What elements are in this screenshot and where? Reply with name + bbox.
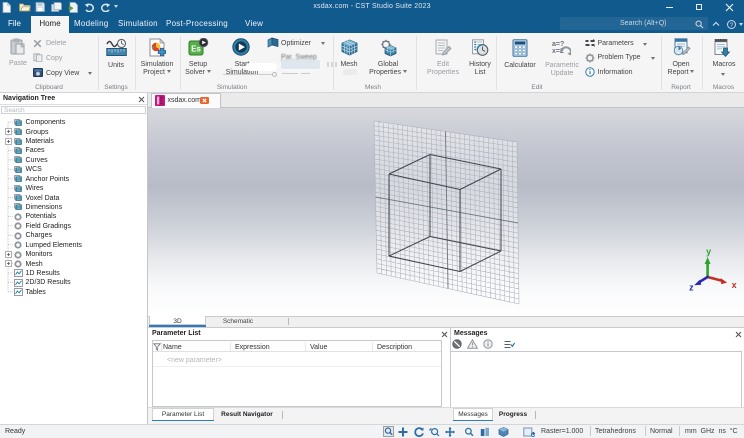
svg-text:x: x <box>732 280 737 290</box>
svg-text:z: z <box>689 283 694 293</box>
svg-text:a=?: a=? <box>552 41 564 48</box>
svg-text:?: ? <box>730 21 734 28</box>
svg-text:y: y <box>706 247 711 257</box>
svg-text:Es: Es <box>191 45 201 54</box>
